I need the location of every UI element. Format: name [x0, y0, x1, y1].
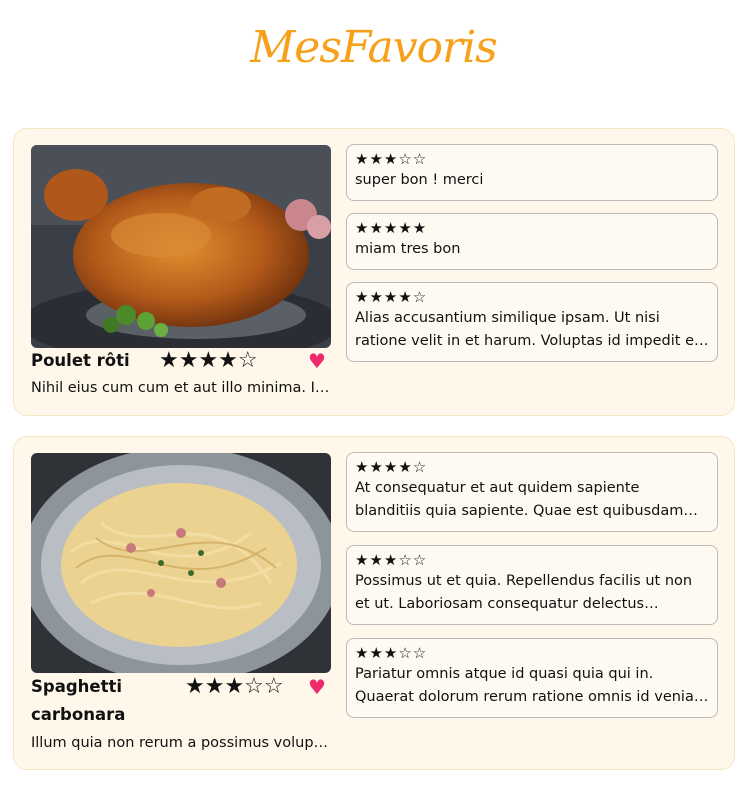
review-text: Alias accusantium similique ipsam. Ut ni…: [355, 310, 700, 349]
review-text: super bon ! merci: [355, 172, 484, 188]
recipe-rating-stars: ★★★★☆: [159, 348, 258, 373]
heart-icon[interactable]: ♥: [308, 347, 326, 375]
review-stars: ★★★☆☆: [355, 644, 428, 662]
review-text: At consequatur et aut quidem sapiente bl…: [355, 480, 684, 519]
review-stars: ★★★☆☆: [355, 150, 428, 168]
recipe-name: Spaghetti carbonara: [31, 677, 126, 724]
recipe-photo-roast-chicken[interactable]: [31, 145, 331, 348]
page-title: MesFavoris: [250, 22, 497, 73]
recipe-card[interactable]: Spaghetti carbonara ★★★☆☆ ♥ Illum quia n…: [13, 436, 735, 770]
recipe-card[interactable]: Poulet rôti ★★★★☆ ♥ Nihil eius cum cum e…: [13, 128, 735, 416]
recipe-description: Illum quia non rerum a possimus voluptat…: [31, 735, 333, 751]
review-stars: ★★★★★: [355, 219, 428, 237]
review-item: ★★★☆☆ super bon ! merci: [346, 144, 718, 201]
review-item: ★★★★☆ At consequatur et aut quidem sapie…: [346, 452, 718, 532]
review-text: Pariatur omnis atque id quasi quia qui i…: [355, 666, 708, 705]
review-stars: ★★★☆☆: [355, 551, 428, 569]
review-text: Possimus ut et quia. Repellendus facilis…: [355, 573, 693, 612]
review-item: ★★★☆☆ Pariatur omnis atque id quasi quia…: [346, 638, 718, 718]
review-item: ★★★☆☆ Possimus ut et quia. Repellendus f…: [346, 545, 718, 625]
recipe-description: Nihil eius cum cum et aut illo minima. I…: [31, 380, 333, 396]
review-text: miam tres bon: [355, 241, 461, 257]
recipe-photo-spaghetti-carbonara[interactable]: [31, 453, 331, 673]
review-item: ★★★★☆ Alias accusantium similique ipsam.…: [346, 282, 718, 362]
recipe-rating-stars: ★★★☆☆: [185, 674, 284, 699]
review-stars: ★★★★☆: [355, 288, 428, 306]
heart-icon[interactable]: ♥: [308, 673, 326, 701]
review-stars: ★★★★☆: [355, 458, 428, 476]
review-item: ★★★★★ miam tres bon: [346, 213, 718, 270]
recipe-name: Poulet rôti: [31, 351, 130, 370]
